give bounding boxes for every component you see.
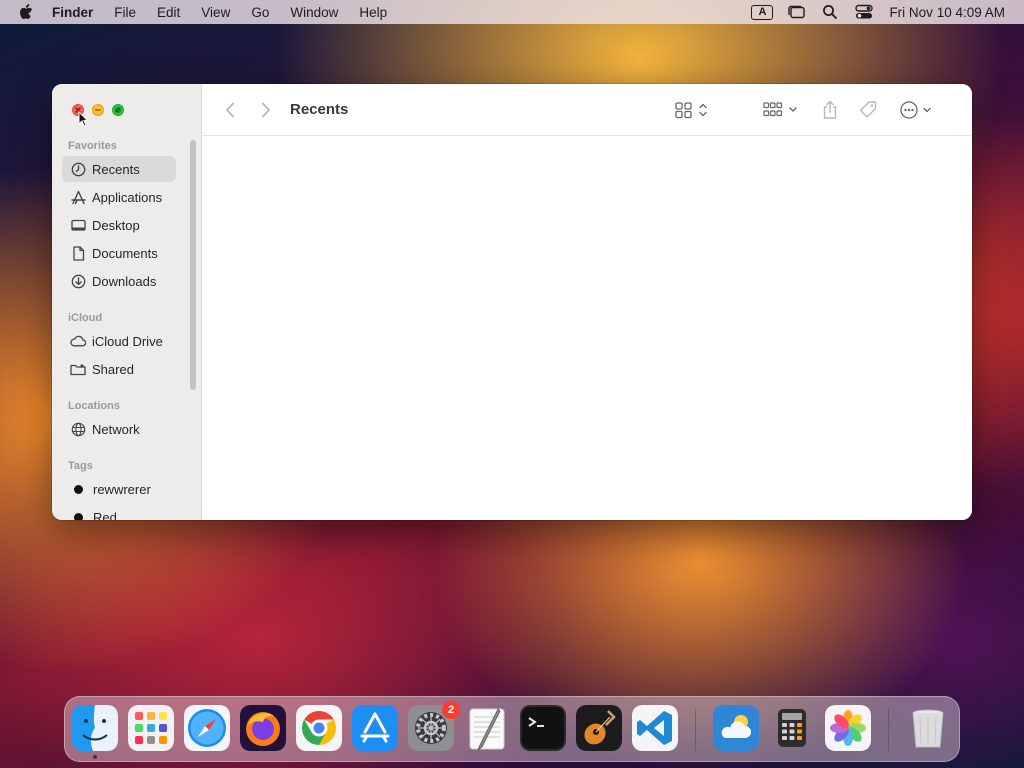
dock-separator — [695, 709, 696, 751]
download-icon — [70, 273, 86, 289]
menu-window[interactable]: Window — [290, 5, 338, 20]
dock-firefox[interactable] — [240, 705, 286, 751]
dock-garageband[interactable] — [576, 705, 622, 751]
sidebar-item-shared[interactable]: Shared — [62, 356, 176, 382]
calculator-icon — [778, 709, 806, 747]
input-source-label: A — [751, 4, 774, 20]
tag-color-dot — [74, 484, 83, 494]
share-icon[interactable] — [820, 100, 840, 120]
vscode-icon — [632, 705, 678, 751]
weather-icon — [713, 705, 759, 751]
clock-icon — [70, 161, 86, 177]
guitar-icon — [576, 705, 622, 751]
sidebar-section-favorites: Favorites — [68, 140, 117, 152]
finder-window: Favorites Recents Applications Desktop D… — [52, 84, 972, 520]
terminal-icon — [520, 705, 566, 751]
sidebar-item-label: Desktop — [92, 217, 140, 233]
menu-file[interactable]: File — [114, 5, 136, 20]
sidebar-item-label: Documents — [92, 245, 158, 261]
stage-manager-icon[interactable] — [785, 3, 807, 21]
sidebar-tag-rewwrerer[interactable]: rewwrerer — [62, 476, 176, 502]
dock-photos[interactable] — [825, 705, 871, 751]
applications-icon — [70, 189, 86, 205]
sidebar-tag-red[interactable]: Red — [62, 504, 176, 520]
dock-safari[interactable] — [184, 705, 230, 751]
notification-badge: 2 — [442, 701, 460, 719]
apple-menu-icon[interactable] — [19, 4, 33, 20]
menu-clock[interactable]: Fri Nov 10 4:09 AM — [889, 5, 1005, 20]
dock-calculator[interactable] — [769, 705, 815, 751]
sidebar-item-applications[interactable]: Applications — [62, 184, 176, 210]
dock-launchpad[interactable] — [128, 705, 174, 751]
app-store-icon — [352, 705, 398, 751]
group-icon[interactable] — [762, 100, 800, 120]
input-source-icon[interactable]: A — [751, 3, 774, 21]
cloud-icon — [70, 333, 86, 349]
sidebar-item-network[interactable]: Network — [62, 416, 176, 442]
more-icon[interactable] — [898, 100, 938, 120]
shared-folder-icon — [70, 361, 86, 377]
dock-finder[interactable] — [72, 705, 118, 751]
tag-color-dot — [74, 512, 83, 520]
sidebar-scrollbar[interactable] — [190, 140, 196, 390]
sidebar-item-label: iCloud Drive — [92, 333, 163, 349]
sidebar-item-recents[interactable]: Recents — [62, 156, 176, 182]
tag-icon[interactable] — [858, 100, 878, 120]
dock-vscode[interactable] — [632, 705, 678, 751]
dock-textedit[interactable] — [464, 705, 510, 751]
sidebar-item-icloud-drive[interactable]: iCloud Drive — [62, 328, 176, 354]
toolbar: Recents — [202, 84, 972, 136]
globe-icon — [70, 421, 86, 437]
finder-running-indicator — [93, 755, 97, 759]
finder-icon — [72, 705, 118, 751]
sidebar-item-label: rewwrerer — [93, 481, 151, 497]
icon-view-icon[interactable] — [674, 100, 710, 120]
dock-app-store[interactable] — [352, 705, 398, 751]
dock-weather[interactable] — [713, 705, 759, 751]
control-center-icon[interactable] — [853, 3, 875, 21]
menu-help[interactable]: Help — [359, 5, 387, 20]
sidebar-section-icloud: iCloud — [68, 312, 103, 324]
file-list-area[interactable] — [202, 137, 972, 520]
sidebar: Favorites Recents Applications Desktop D… — [52, 84, 202, 520]
sidebar-item-label: Downloads — [92, 273, 157, 289]
forward-icon[interactable] — [258, 100, 274, 120]
spotlight-icon[interactable] — [819, 3, 841, 21]
menu-edit[interactable]: Edit — [157, 5, 180, 20]
chrome-icon — [296, 705, 342, 751]
trash-icon — [912, 709, 944, 748]
firefox-icon — [240, 705, 286, 751]
sidebar-section-locations: Locations — [68, 400, 120, 412]
menu-bar: Finder File Edit View Go Window Help A F… — [0, 0, 1024, 24]
window-title: Recents — [290, 101, 349, 118]
textedit-icon — [469, 708, 505, 751]
desktop-icon — [70, 217, 86, 233]
launchpad-icon — [128, 705, 174, 751]
sidebar-item-label: Shared — [92, 361, 134, 377]
menu-view[interactable]: View — [201, 5, 230, 20]
dock: 2 — [64, 696, 960, 762]
safari-icon — [184, 705, 230, 751]
zoom-button[interactable] — [112, 104, 124, 116]
menu-finder[interactable]: Finder — [52, 5, 93, 20]
mouse-pointer-icon — [78, 110, 89, 132]
menu-go[interactable]: Go — [251, 5, 269, 20]
dock-trash[interactable] — [905, 705, 951, 751]
sidebar-item-documents[interactable]: Documents — [62, 240, 176, 266]
minimize-button[interactable] — [92, 104, 104, 116]
dock-terminal[interactable] — [520, 705, 566, 751]
sidebar-item-downloads[interactable]: Downloads — [62, 268, 176, 294]
sidebar-item-label: Applications — [92, 189, 163, 205]
dock-separator — [888, 709, 889, 751]
sidebar-item-label: Red — [93, 509, 117, 521]
sidebar-section-tags: Tags — [68, 460, 93, 472]
dock-chrome[interactable] — [296, 705, 342, 751]
sidebar-item-label: Recents — [92, 161, 140, 177]
back-icon[interactable] — [222, 100, 238, 120]
sidebar-item-desktop[interactable]: Desktop — [62, 212, 176, 238]
document-icon — [70, 245, 86, 261]
sidebar-item-label: Network — [92, 421, 140, 437]
photos-icon — [825, 705, 871, 751]
